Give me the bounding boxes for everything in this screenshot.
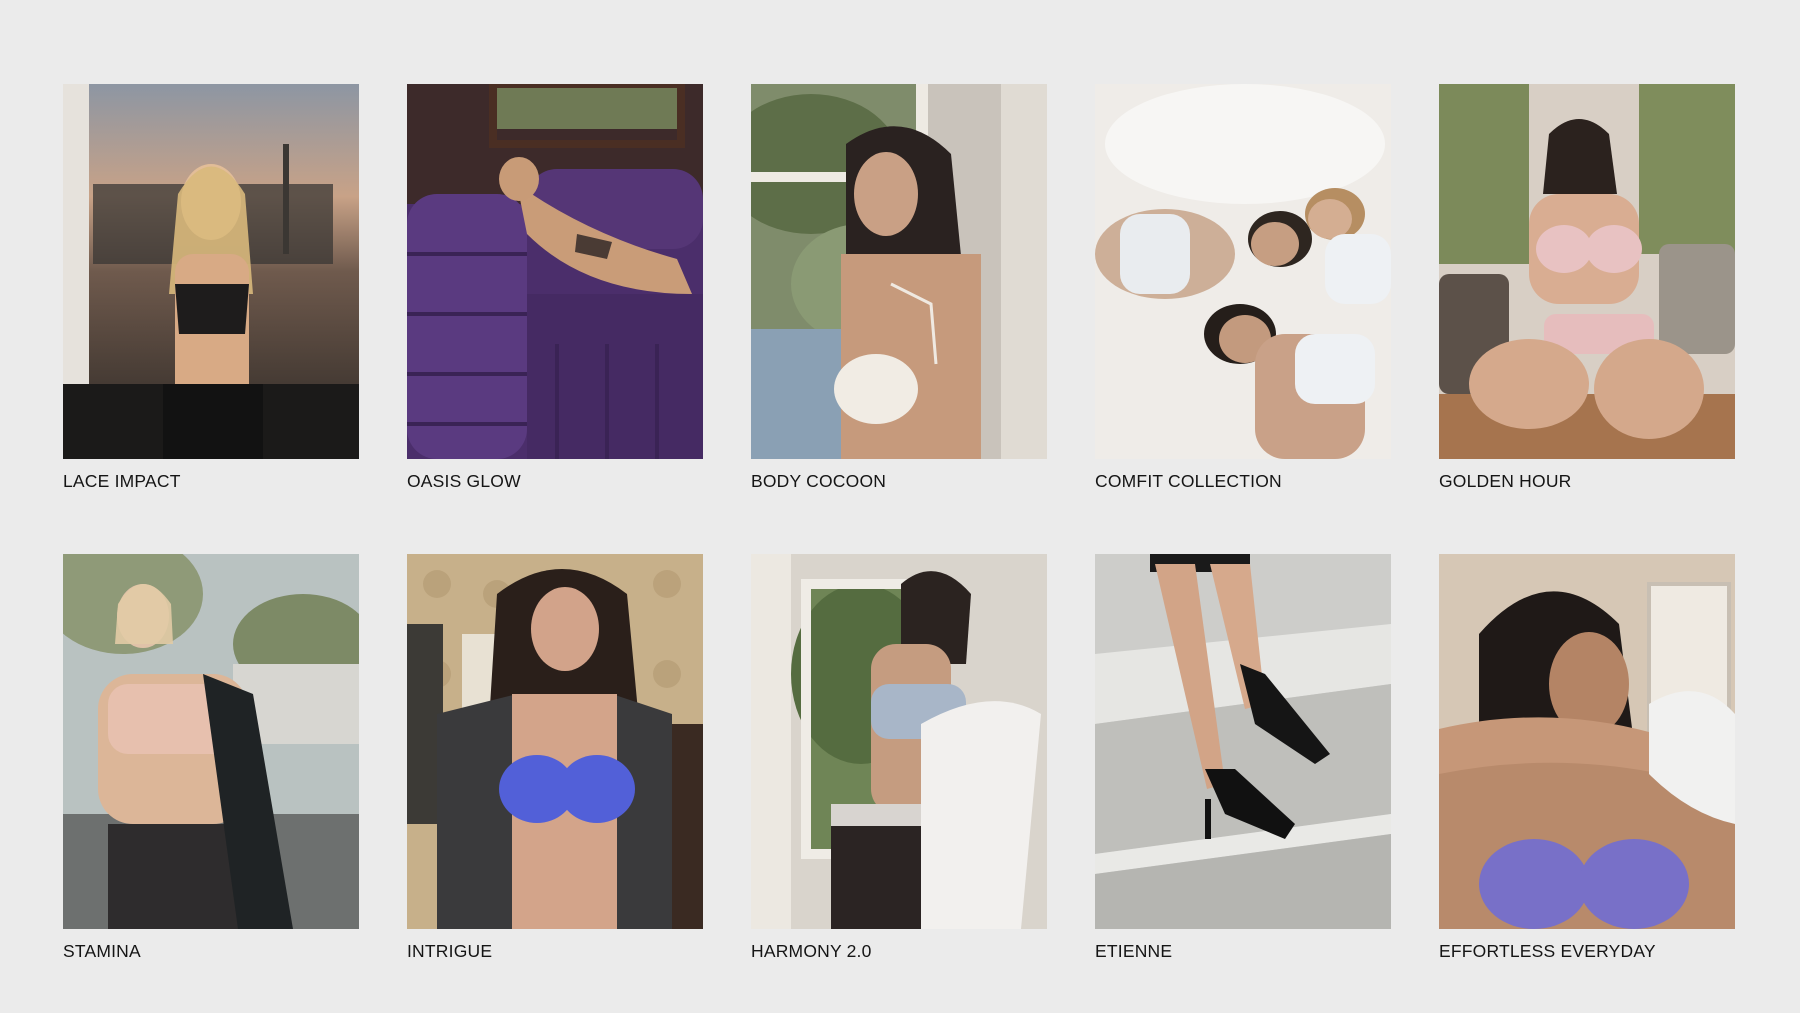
- collection-card-etienne[interactable]: ETIENNE: [1095, 554, 1391, 962]
- collection-card-lace-impact[interactable]: LACE IMPACT: [63, 84, 359, 492]
- collection-grid: LACE IMPACT OASIS GLOW BODY COCOON COMFI…: [63, 84, 1735, 962]
- collection-card-stamina[interactable]: STAMINA: [63, 554, 359, 962]
- collection-image-etienne: [1095, 554, 1391, 929]
- collection-card-comfit-collection[interactable]: COMFIT COLLECTION: [1095, 84, 1391, 492]
- collection-image-lace-impact: [63, 84, 359, 459]
- collections-page: LACE IMPACT OASIS GLOW BODY COCOON COMFI…: [0, 0, 1800, 1013]
- collection-image-body-cocoon: [751, 84, 1047, 459]
- collection-label-body-cocoon: BODY COCOON: [751, 471, 887, 491]
- collection-card-body-cocoon[interactable]: BODY COCOON: [751, 84, 1047, 492]
- collection-label-comfit-collection: COMFIT COLLECTION: [1095, 471, 1282, 491]
- collection-label-stamina: STAMINA: [63, 941, 141, 961]
- collection-card-intrigue[interactable]: INTRIGUE: [407, 554, 703, 962]
- collection-image-effortless-everyday: [1439, 554, 1735, 929]
- collection-label-effortless-everyday: EFFORTLESS EVERYDAY: [1439, 941, 1656, 961]
- collection-label-intrigue: INTRIGUE: [407, 941, 493, 961]
- collection-label-golden-hour: GOLDEN HOUR: [1439, 471, 1572, 491]
- collection-label-oasis-glow: OASIS GLOW: [407, 471, 521, 491]
- collection-card-golden-hour[interactable]: GOLDEN HOUR: [1439, 84, 1735, 492]
- collection-image-harmony-2-0: [751, 554, 1047, 929]
- collection-image-stamina: [63, 554, 359, 929]
- collection-image-intrigue: [407, 554, 703, 929]
- collection-card-effortless-everyday[interactable]: EFFORTLESS EVERYDAY: [1439, 554, 1735, 962]
- collection-label-harmony-2-0: HARMONY 2.0: [751, 941, 872, 961]
- collection-image-golden-hour: [1439, 84, 1735, 459]
- collection-label-lace-impact: LACE IMPACT: [63, 471, 181, 491]
- collection-image-comfit-collection: [1095, 84, 1391, 459]
- collection-label-etienne: ETIENNE: [1095, 941, 1173, 961]
- collection-card-harmony-2-0[interactable]: HARMONY 2.0: [751, 554, 1047, 962]
- collection-card-oasis-glow[interactable]: OASIS GLOW: [407, 84, 703, 492]
- collection-image-oasis-glow: [407, 84, 703, 459]
